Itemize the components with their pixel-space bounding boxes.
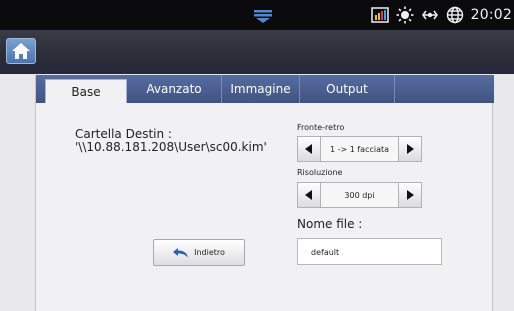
status-icons: 20:02 bbox=[370, 5, 512, 25]
pull-down-handle-icon[interactable] bbox=[253, 9, 273, 23]
home-icon bbox=[12, 43, 30, 59]
scan-settings-panel: Base Avanzato Immagine Output Cartella D… bbox=[35, 75, 494, 311]
resolution-value: 300 dpi bbox=[321, 182, 398, 208]
undo-arrow-icon bbox=[173, 248, 189, 258]
brightness-icon bbox=[396, 6, 414, 24]
right-arrow-icon bbox=[407, 144, 414, 154]
tab-immagine[interactable]: Immagine bbox=[222, 75, 300, 103]
duplex-value: 1 -> 1 facciata bbox=[321, 136, 398, 162]
filename-input[interactable]: default bbox=[297, 238, 442, 265]
filename-label: Nome file : bbox=[297, 217, 363, 231]
destination-folder-path: '\\10.88.181.208\User\sc00.kim' bbox=[75, 140, 267, 154]
network-icon bbox=[421, 10, 438, 20]
duplex-next-button[interactable] bbox=[398, 136, 422, 162]
right-arrow-icon bbox=[407, 190, 414, 200]
left-arrow-icon bbox=[305, 190, 312, 200]
clock: 20:02 bbox=[470, 7, 512, 23]
duplex-stepper: 1 -> 1 facciata bbox=[297, 136, 422, 162]
back-button[interactable]: Indietro bbox=[153, 239, 245, 266]
left-arrow-icon bbox=[305, 144, 312, 154]
tab-avanzato[interactable]: Avanzato bbox=[127, 75, 222, 103]
duplex-prev-button[interactable] bbox=[297, 136, 321, 162]
resolution-next-button[interactable] bbox=[398, 182, 422, 208]
resolution-label: Risoluzione bbox=[297, 168, 343, 177]
tab-base[interactable]: Base bbox=[45, 79, 127, 103]
destination-folder-label: Cartella Destin : bbox=[75, 127, 172, 141]
signal-bars-icon bbox=[370, 7, 389, 23]
resolution-prev-button[interactable] bbox=[297, 182, 321, 208]
duplex-label: Fronte-retro bbox=[297, 123, 345, 132]
back-button-label: Indietro bbox=[194, 248, 225, 257]
action-bar bbox=[0, 30, 514, 74]
tab-output[interactable]: Output bbox=[300, 75, 395, 103]
status-bar: 20:02 bbox=[0, 0, 514, 30]
globe-icon bbox=[446, 6, 463, 24]
tab-bar: Base Avanzato Immagine Output bbox=[36, 75, 494, 103]
home-button[interactable] bbox=[6, 38, 36, 64]
resolution-stepper: 300 dpi bbox=[297, 182, 422, 208]
